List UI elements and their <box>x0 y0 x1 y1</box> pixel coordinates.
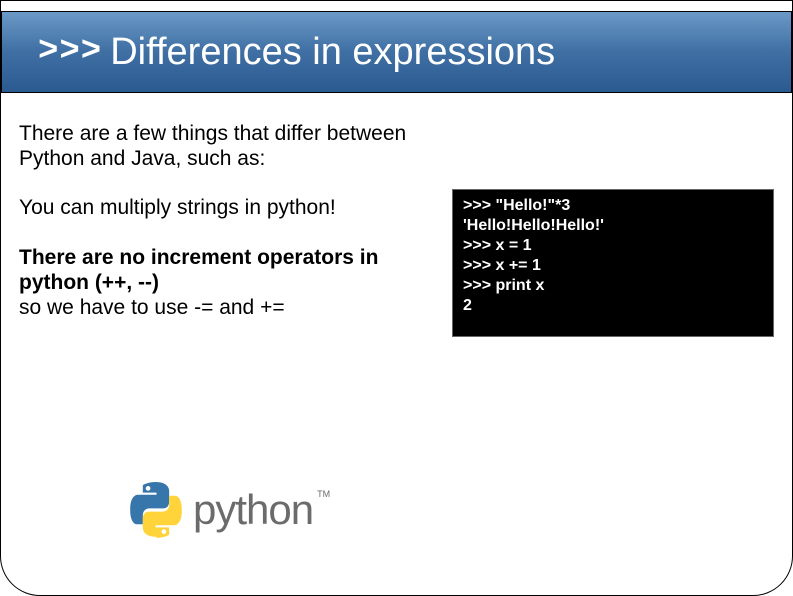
title-prefix: >>> <box>38 33 102 71</box>
intro-text: There are a few things that differ betwe… <box>19 121 409 171</box>
increment-rest: so we have to use -= and += <box>19 296 285 319</box>
paragraph-increment: There are no increment operators in pyth… <box>19 245 429 321</box>
trademark-symbol: TM <box>317 489 330 499</box>
increment-bold: There are no increment operators in pyth… <box>19 246 378 294</box>
slide: >>> Differences in expressions There are… <box>0 0 793 596</box>
content-area: There are a few things that differ betwe… <box>19 121 774 575</box>
python-logo-icon <box>127 481 185 539</box>
python-logo-text: python <box>193 486 313 534</box>
paragraph-multiply: You can multiply strings in python! <box>19 195 409 220</box>
terminal-output: >>> "Hello!"*3 'Hello!Hello!Hello!' >>> … <box>452 189 774 337</box>
title-bar: >>> Differences in expressions <box>1 11 792 93</box>
title-text: Differences in expressions <box>110 31 555 74</box>
python-logo: python TM <box>127 481 330 539</box>
